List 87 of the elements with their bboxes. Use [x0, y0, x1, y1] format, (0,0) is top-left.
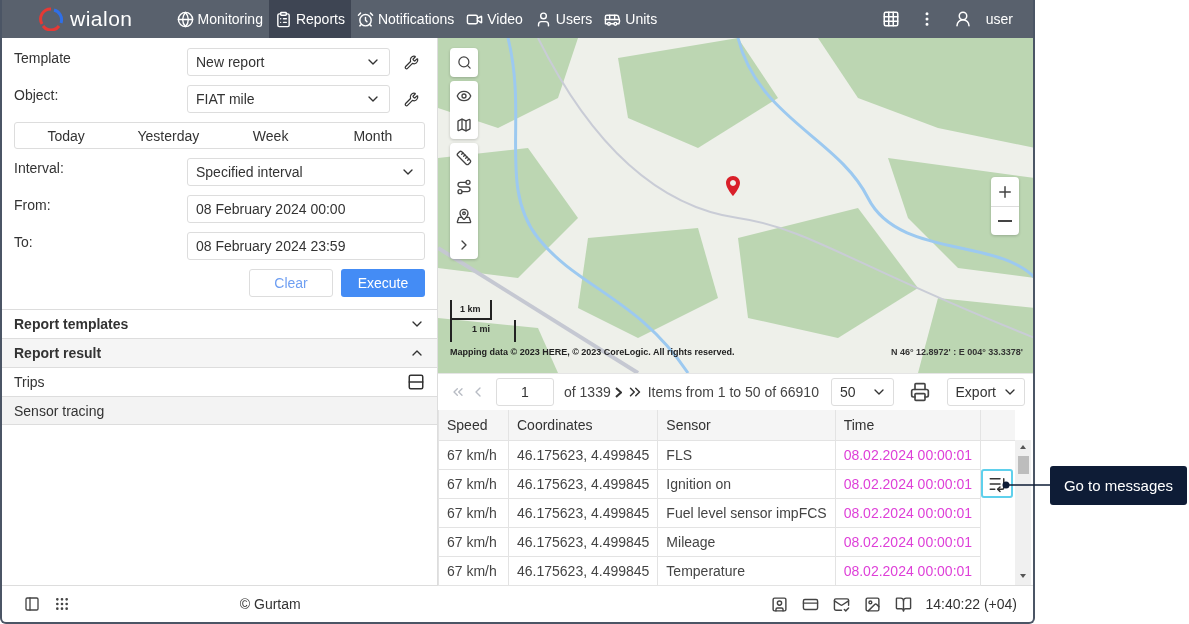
page-count: of 1339: [564, 384, 611, 400]
image-icon[interactable]: [863, 595, 881, 613]
table-cell: 46.175623, 4.499845: [508, 556, 658, 585]
time-link[interactable]: 08.02.2024 00:00:01: [835, 498, 981, 527]
print-button[interactable]: [909, 382, 930, 402]
user-menu[interactable]: user: [953, 10, 1013, 28]
field-label: Interval:: [14, 159, 65, 176]
time-link[interactable]: 08.02.2024 00:00:01: [835, 440, 981, 469]
logo-icon: [38, 7, 64, 31]
map-attribution: Mapping data © 2023 HERE, © 2023 CoreLogic. All rights reserved.: [450, 347, 735, 357]
nav-icon: [176, 10, 194, 28]
table-cell: 46.175623, 4.499845: [508, 440, 658, 469]
field-label: Object:: [14, 86, 60, 103]
table-cell: Ignition on: [657, 469, 836, 498]
table-cell: 67 km/h: [438, 498, 509, 527]
panel-toggle-icon[interactable]: [24, 596, 40, 612]
field-label: From:: [14, 196, 52, 213]
scale-bar: 1 km 1 mi: [450, 300, 514, 342]
clock-time: 14:40:22 (+04): [925, 596, 1017, 612]
route-icon: [456, 178, 472, 195]
printer-icon: [909, 382, 930, 402]
nav-tab[interactable]: Notifications: [350, 0, 461, 38]
nav-tab[interactable]: Reports: [268, 0, 351, 38]
date-field[interactable]: 08 February 2024 00:00: [187, 195, 425, 223]
contact-card-icon[interactable]: [770, 595, 788, 613]
field-label: Template: [14, 49, 72, 66]
column-header: Time: [835, 410, 981, 440]
table-cell: 46.175623, 4.499845: [508, 498, 658, 527]
book-icon[interactable]: [894, 595, 912, 613]
per-page-select[interactable]: 50: [830, 378, 894, 406]
go-to-messages-button[interactable]: [981, 469, 1014, 498]
split-view-icon[interactable]: [407, 373, 425, 391]
table-cell: 67 km/h: [438, 527, 509, 556]
wrench-icon[interactable]: [404, 91, 419, 107]
table-cell: 67 km/h: [438, 440, 509, 469]
nav-tab[interactable]: Monitoring: [170, 0, 269, 38]
result-item[interactable]: Sensor tracing: [2, 396, 437, 425]
period-button[interactable]: Yesterday: [117, 127, 220, 144]
map-pin-icon: [726, 176, 740, 196]
nav-tab[interactable]: Video: [460, 0, 529, 38]
table-cell: 67 km/h: [438, 469, 509, 498]
wrench-icon[interactable]: [404, 54, 419, 70]
next-page-button[interactable]: [614, 386, 622, 398]
leader-line: [1001, 480, 1051, 490]
table-cell: FLS: [657, 440, 836, 469]
chevron-right-icon: [614, 386, 622, 398]
cursor-coordinates: N 46° 12.8972' : E 004° 33.3378': [890, 347, 1023, 357]
callout-label: Go to messages: [1050, 466, 1187, 505]
nav-tab[interactable]: Units: [598, 0, 664, 38]
nav-icon: [356, 10, 374, 28]
nav-tab[interactable]: Users: [528, 0, 599, 38]
column-header: Coordinates: [508, 410, 658, 440]
period-button[interactable]: Today: [15, 127, 118, 144]
mail-icon[interactable]: [832, 595, 850, 613]
time-link[interactable]: 08.02.2024 00:00:01: [835, 527, 981, 556]
table-cell: Temperature: [657, 556, 836, 585]
section-header[interactable]: Report result: [2, 338, 437, 367]
time-link[interactable]: 08.02.2024 00:00:01: [835, 469, 981, 498]
copyright: © Gurtam: [238, 596, 302, 612]
date-field[interactable]: 08 February 2024 23:59: [187, 232, 425, 260]
select-field[interactable]: Specified interval: [187, 158, 425, 186]
select-field[interactable]: FIAT mile: [187, 85, 390, 113]
items-range: Items from 1 to 50 of 66910: [647, 384, 819, 400]
apps-grid-icon[interactable]: [881, 10, 900, 28]
logo-text: wialon: [70, 7, 133, 31]
nav-icon: [274, 10, 292, 28]
column-header: Sensor: [657, 410, 836, 440]
table-cell: Mileage: [657, 527, 836, 556]
select-field[interactable]: New report: [187, 48, 390, 76]
table-cell: 46.175623, 4.499845: [508, 469, 658, 498]
table-cell: 67 km/h: [438, 556, 509, 585]
table-cell: 46.175623, 4.499845: [508, 527, 658, 556]
minus-icon: [998, 220, 1012, 222]
user-icon: [953, 10, 972, 28]
map-pin-icon: [456, 207, 472, 224]
table-cell: Fuel level sensor impFCS: [657, 498, 836, 527]
ruler-icon: [456, 149, 472, 166]
map-icon: [456, 116, 472, 133]
period-button[interactable]: Week: [219, 127, 322, 144]
period-button[interactable]: Month: [321, 127, 424, 144]
page-field[interactable]: 1: [496, 378, 554, 406]
search-icon: [456, 55, 472, 70]
column-header: Speed: [438, 410, 509, 440]
field-label: To:: [14, 233, 34, 250]
export-button[interactable]: Export: [946, 378, 1025, 406]
time-link[interactable]: 08.02.2024 00:00:01: [835, 556, 981, 585]
grid-icon[interactable]: [54, 596, 70, 612]
